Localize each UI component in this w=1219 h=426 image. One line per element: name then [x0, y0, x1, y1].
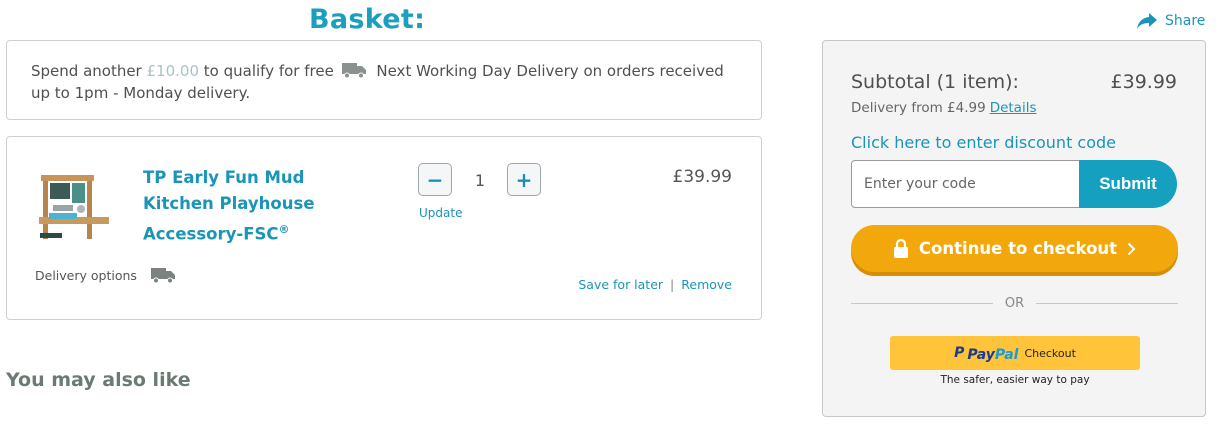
paypal-pay: Pay	[967, 346, 995, 363]
delivery-truck-icon	[150, 268, 175, 284]
paypal-checkout-button[interactable]: P PayPal Checkout	[890, 336, 1140, 370]
registered-mark: ®	[278, 223, 290, 236]
notice-text-middle: to qualify for free	[203, 62, 334, 80]
quantity-value[interactable]: 1	[453, 171, 507, 190]
increase-quantity-button[interactable]: +	[507, 163, 541, 196]
subtotal-label: Subtotal (1 item):	[851, 71, 1019, 93]
basket-item: TP Early Fun Mud Kitchen Playhouse Acces…	[6, 136, 762, 320]
delivery-truck-icon	[341, 62, 367, 84]
free-delivery-notice: Spend another £10.00 to qualify for free…	[6, 40, 762, 120]
checkout-label: Continue to checkout	[918, 239, 1118, 258]
delivery-from-text: Delivery from £4.99	[851, 100, 986, 116]
divider-line	[851, 302, 993, 304]
product-thumbnail[interactable]	[37, 173, 113, 245]
continue-to-checkout-button[interactable]: Continue to checkout	[851, 225, 1178, 272]
notice-amount: £10.00	[146, 62, 200, 80]
notice-text-before: Spend another	[31, 62, 142, 80]
update-link[interactable]: Update	[419, 206, 462, 220]
delivery-from: Delivery from £4.99 Details	[851, 100, 1037, 116]
discount-code-link[interactable]: Click here to enter discount code	[851, 133, 1116, 152]
item-actions: Save for later | Remove	[578, 277, 732, 292]
or-divider: OR	[851, 294, 1179, 312]
remove-link[interactable]: Remove	[681, 277, 732, 292]
divider-line	[1036, 302, 1179, 304]
subtotal-value: £39.99	[1110, 71, 1177, 93]
share-button[interactable]: Share	[1136, 12, 1205, 30]
page-title: Basket:	[309, 4, 426, 35]
actions-separator: |	[670, 277, 675, 292]
delivery-options[interactable]: Delivery options	[35, 267, 176, 284]
lock-icon	[893, 238, 908, 258]
or-text: OR	[1004, 295, 1025, 311]
share-label: Share	[1165, 13, 1206, 29]
paypal-tagline: The safer, easier way to pay	[940, 374, 1090, 386]
decrease-quantity-button[interactable]: −	[418, 163, 452, 196]
delivery-options-label: Delivery options	[35, 268, 137, 283]
save-for-later-link[interactable]: Save for later	[578, 277, 663, 292]
discount-code-input[interactable]	[851, 160, 1111, 208]
submit-code-button[interactable]: Submit	[1079, 160, 1177, 208]
paypal-wordmark: PayPal	[967, 344, 1018, 363]
paypal-checkout-label: Checkout	[1024, 346, 1076, 360]
order-summary: Subtotal (1 item): £39.99 Delivery from …	[822, 40, 1206, 417]
product-name-link[interactable]: TP Early Fun Mud Kitchen Playhouse Acces…	[143, 165, 333, 248]
chevron-right-icon	[1127, 242, 1136, 255]
details-link[interactable]: Details	[990, 100, 1037, 116]
paypal-pal: Pal	[994, 346, 1019, 363]
item-price: £39.99	[672, 167, 732, 187]
recommendations-heading: You may also like	[6, 369, 191, 391]
paypal-logo-icon: P	[954, 345, 965, 361]
share-arrow-icon	[1137, 13, 1157, 29]
